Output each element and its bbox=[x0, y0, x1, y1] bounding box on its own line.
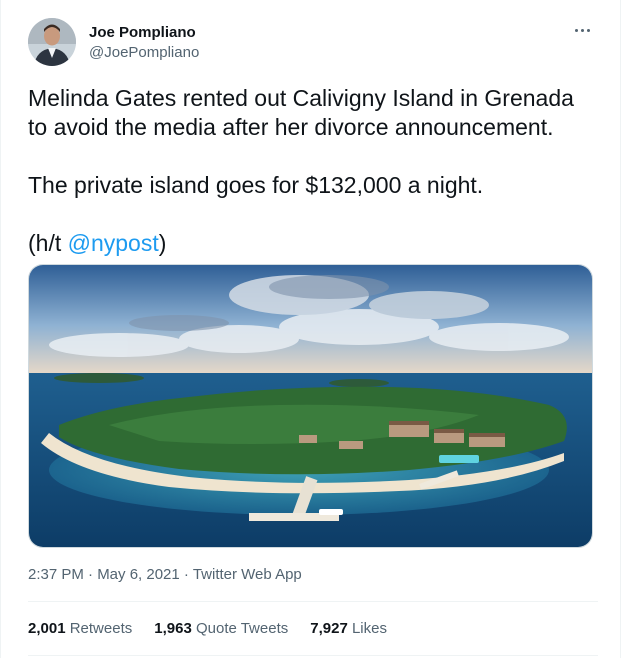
likes-label: Likes bbox=[351, 620, 387, 637]
quote-tweets-stat[interactable]: 1,963 Quote Tweets bbox=[154, 620, 288, 637]
likes-stat[interactable]: 7,927 Likes bbox=[310, 620, 387, 637]
divider bbox=[28, 601, 598, 602]
tweet-text-line: Melinda Gates rented out Calivigny Islan… bbox=[28, 85, 574, 111]
retweets-stat[interactable]: 2,001 Retweets bbox=[28, 620, 132, 637]
mention-link[interactable]: @nypost bbox=[68, 230, 159, 256]
likes-count: 7,927 bbox=[310, 620, 348, 637]
avatar[interactable] bbox=[28, 18, 76, 66]
hat-tip-prefix: (h/t bbox=[28, 230, 68, 256]
tweet-header: Joe Pompliano @JoePompliano bbox=[28, 18, 598, 68]
tweet-text-line: to avoid the media after her divorce ann… bbox=[28, 114, 554, 140]
tweet-card: Joe Pompliano @JoePompliano Melinda Gate… bbox=[0, 0, 621, 658]
more-horizontal-icon[interactable] bbox=[572, 22, 592, 38]
retweets-label: Retweets bbox=[69, 620, 133, 637]
retweets-count: 2,001 bbox=[28, 620, 66, 637]
hat-tip-suffix: ) bbox=[158, 230, 167, 256]
tweet-text: Melinda Gates rented out Calivigny Islan… bbox=[28, 84, 593, 258]
tweet-timestamp[interactable]: 2:37 PM · May 6, 2021 bbox=[28, 566, 180, 583]
tweet-text-line: The private island goes for $132,000 a n… bbox=[28, 172, 484, 198]
quote-tweets-label: Quote Tweets bbox=[195, 620, 289, 637]
tweet-meta: 2:37 PM · May 6, 2021 · Twitter Web App bbox=[28, 566, 302, 583]
tweet-source[interactable]: Twitter Web App bbox=[193, 566, 302, 583]
tweet-photo[interactable] bbox=[28, 264, 593, 548]
author-display-name[interactable]: Joe Pompliano bbox=[89, 24, 196, 41]
meta-separator: · bbox=[179, 566, 193, 583]
tweet-stats: 2,001 Retweets 1,963 Quote Tweets 7,927 … bbox=[28, 620, 387, 637]
divider bbox=[28, 655, 598, 656]
author-handle[interactable]: @JoePompliano bbox=[89, 44, 199, 61]
quote-tweets-count: 1,963 bbox=[154, 620, 192, 637]
hat-tip-line: (h/t @nypost) bbox=[28, 229, 593, 258]
